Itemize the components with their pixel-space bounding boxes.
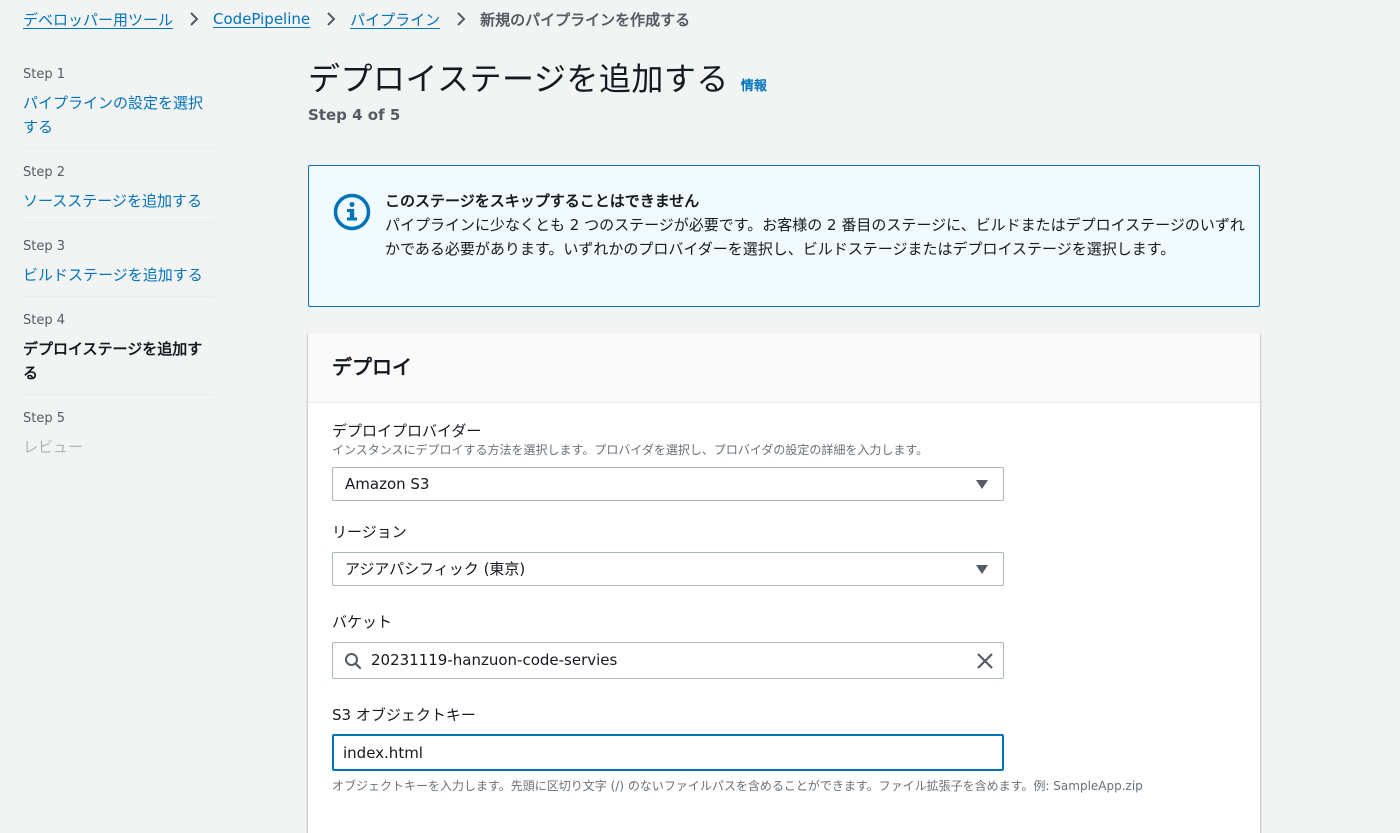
wizard-steps: Step 1 パイプラインの設定を選択する Step 2 ソースステージを追加す… (23, 62, 213, 479)
page-header: デプロイステージを追加する 情報 (308, 54, 767, 100)
step-number: Step 2 (23, 165, 66, 180)
region-select[interactable]: アジアパシフィック (東京) (332, 552, 1004, 586)
bucket-search-input[interactable] (371, 643, 961, 678)
object-key-hint: オブジェクトキーを入力します。先頭に区切り文字 (/) のないファイルパスを含め… (332, 779, 1143, 793)
deploy-provider-label: デプロイプロバイダー (332, 422, 482, 440)
breadcrumb-pipelines[interactable]: パイプライン (350, 9, 440, 30)
chevron-right-icon (322, 10, 340, 28)
step-number: Step 3 (23, 239, 66, 254)
deploy-provider-field: デプロイプロバイダー インスタンスにデプロイする方法を選択します。プロバイダを選… (332, 420, 1004, 501)
info-link[interactable]: 情報 (741, 75, 767, 94)
step-link-pipeline-settings[interactable]: パイプラインの設定を選択する (23, 91, 213, 139)
step-link-source-stage[interactable]: ソースステージを追加する (23, 189, 213, 213)
wizard-step-2: Step 2 ソースステージを追加する (23, 160, 213, 223)
step-link-build-stage[interactable]: ビルドステージを追加する (23, 263, 213, 287)
container-title: デプロイ (332, 355, 412, 379)
wizard-step-4: Step 4 デプロイステージを追加する (23, 308, 213, 395)
deploy-provider-description: インスタンスにデプロイする方法を選択します。プロバイダを選択し、プロバイダの設定… (332, 443, 929, 457)
info-alert: このステージをスキップすることはできません パイプラインに少なくとも 2 つのス… (308, 165, 1260, 307)
step-review-disabled: レビュー (23, 438, 84, 456)
breadcrumb-current: 新規のパイプラインを作成する (480, 10, 691, 29)
page-title: デプロイステージを追加する (308, 60, 729, 98)
object-key-input[interactable] (332, 734, 1004, 771)
bucket-search (332, 642, 1004, 679)
deploy-container: デプロイ デプロイプロバイダー インスタンスにデプロイする方法を選択します。プロ… (308, 333, 1260, 833)
wizard-step-5: Step 5 レビュー (23, 406, 213, 468)
deploy-provider-select[interactable]: Amazon S3 (332, 467, 1004, 501)
caret-down-icon (976, 480, 988, 489)
object-key-label: S3 オブジェクトキー (332, 706, 476, 724)
alert-body: パイプラインに少なくとも 2 つのステージが必要です。お客様の 2 番目のステー… (385, 216, 1245, 258)
close-icon[interactable] (976, 652, 994, 670)
step-number: Step 5 (23, 411, 66, 426)
chevron-right-icon (185, 10, 203, 28)
step-indicator: Step 4 of 5 (308, 106, 401, 124)
bucket-label: バケット (332, 613, 393, 631)
object-key-field: S3 オブジェクトキー (332, 704, 1004, 771)
search-icon (344, 652, 362, 670)
wizard-step-1: Step 1 パイプラインの設定を選択する (23, 62, 213, 149)
breadcrumb: デベロッパー用ツール CodePipeline パイプライン 新規のパイプライン… (23, 6, 690, 32)
chevron-right-icon (452, 10, 470, 28)
alert-title: このステージをスキップすることはできません (385, 192, 700, 210)
step-current-deploy-stage: デプロイステージを追加する (23, 340, 203, 382)
info-icon (333, 193, 371, 231)
region-field: リージョン アジアパシフィック (東京) (332, 521, 1004, 586)
wizard-step-3: Step 3 ビルドステージを追加する (23, 234, 213, 297)
caret-down-icon (976, 565, 988, 574)
step-number: Step 1 (23, 67, 66, 82)
region-value: アジアパシフィック (東京) (345, 560, 526, 578)
region-label: リージョン (332, 523, 407, 541)
bucket-field: バケット (332, 611, 1004, 679)
breadcrumb-developer-tools[interactable]: デベロッパー用ツール (23, 9, 173, 30)
container-header: デプロイ (308, 333, 1260, 403)
breadcrumb-codepipeline[interactable]: CodePipeline (213, 10, 310, 28)
deploy-provider-value: Amazon S3 (345, 475, 430, 493)
step-number: Step 4 (23, 313, 66, 328)
